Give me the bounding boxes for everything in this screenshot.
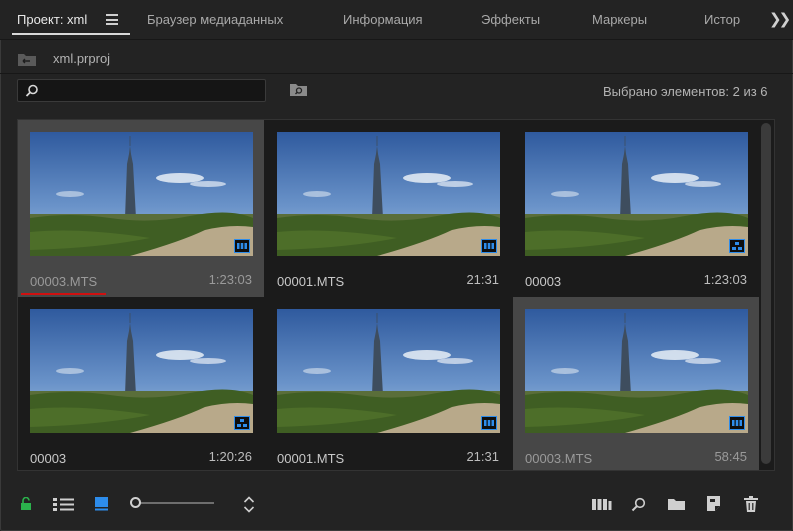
media-item-duration: 21:31 (466, 449, 499, 464)
new-item-icon[interactable] (707, 496, 721, 511)
media-item-tile[interactable]: 00003.MTS 1:23:03 (18, 120, 264, 297)
clip-icon (234, 239, 250, 253)
media-item-tile[interactable]: 00003 1:23:03 (513, 120, 759, 297)
media-item-duration: 58:45 (714, 449, 747, 464)
automate-to-sequence-icon[interactable] (592, 498, 612, 511)
search-field[interactable] (17, 79, 266, 102)
sequence-icon (729, 239, 745, 253)
lock-open-icon[interactable] (19, 497, 33, 511)
project-file-name: xml.prproj (53, 51, 111, 66)
media-item-name[interactable]: 00003 (30, 451, 66, 466)
thumbnail-image (30, 309, 253, 433)
media-item-tile[interactable]: 00003.MTS 58:45 (513, 297, 759, 471)
thumbnail-image (525, 309, 748, 433)
media-item-duration: 1:23:03 (208, 272, 252, 287)
sequence-icon (234, 416, 250, 430)
zoom-slider-track[interactable] (138, 502, 214, 504)
tab-project[interactable]: Проект: xml (17, 12, 87, 27)
thumbnail-image (525, 132, 748, 256)
tab-clip: Истор (700, 0, 745, 40)
media-thumbnail[interactable] (277, 309, 500, 433)
annotation-underline (21, 293, 106, 295)
media-item-tile[interactable]: 00001.MTS 21:31 (265, 120, 511, 297)
media-item-tile[interactable]: 00003 1:20:26 (18, 297, 264, 470)
hamburger-menu-icon[interactable] (106, 14, 118, 25)
tab-effects[interactable]: Эффекты (481, 12, 540, 27)
tab-info[interactable]: Информация (343, 12, 423, 27)
clip-icon (481, 416, 497, 430)
trash-icon[interactable] (744, 496, 758, 512)
tab-overflow-icon[interactable]: ❯❯ (769, 10, 791, 28)
zoom-slider-handle[interactable] (130, 497, 141, 508)
media-item-name[interactable]: 00003 (525, 274, 561, 289)
media-item-name[interactable]: 00003.MTS (30, 274, 97, 289)
new-search-bin-icon[interactable] (289, 82, 308, 97)
clip-icon (729, 416, 745, 430)
media-item-duration: 1:23:03 (703, 272, 747, 287)
find-icon[interactable] (631, 497, 646, 512)
media-item-tile[interactable]: 00001.MTS 21:31 (265, 297, 511, 470)
new-bin-icon[interactable] (668, 498, 686, 511)
tab-media-browser[interactable]: Браузер медиаданных (147, 12, 283, 27)
clip-icon (481, 239, 497, 253)
media-thumbnail[interactable] (30, 132, 253, 256)
media-thumbnail[interactable] (277, 132, 500, 256)
icon-view-icon[interactable] (95, 497, 109, 511)
project-folder-icon (18, 54, 36, 66)
media-item-name[interactable]: 00001.MTS (277, 274, 344, 289)
scrollbar-thumb[interactable] (761, 123, 771, 464)
thumbnail-image (277, 132, 500, 256)
sort-icon[interactable] (243, 496, 255, 513)
thumbnail-image (30, 132, 253, 256)
media-item-duration: 21:31 (466, 272, 499, 287)
media-item-name[interactable]: 00003.MTS (525, 451, 592, 466)
project-path-row: xml.prproj (0, 40, 793, 74)
search-icon (25, 84, 38, 97)
annotation-underline (516, 470, 601, 471)
media-thumbnail[interactable] (525, 132, 748, 256)
media-grid: 00003.MTS 1:23:03 00001.MTS 21:31 00003 … (17, 119, 775, 471)
tab-history[interactable]: Истор (704, 12, 740, 27)
tab-markers[interactable]: Маркеры (592, 12, 647, 27)
media-item-duration: 1:20:26 (208, 449, 252, 464)
search-input[interactable] (44, 82, 259, 99)
selection-status: Выбрано элементов: 2 из 6 (603, 84, 768, 99)
panel-tab-bar: Проект: xml Браузер медиаданных Информац… (0, 0, 793, 40)
vertical-scrollbar[interactable] (760, 120, 772, 467)
active-tab-indicator (12, 33, 130, 35)
list-view-icon[interactable] (53, 497, 75, 511)
thumbnail-image (277, 309, 500, 433)
media-item-name[interactable]: 00001.MTS (277, 451, 344, 466)
media-thumbnail[interactable] (525, 309, 748, 433)
media-thumbnail[interactable] (30, 309, 253, 433)
